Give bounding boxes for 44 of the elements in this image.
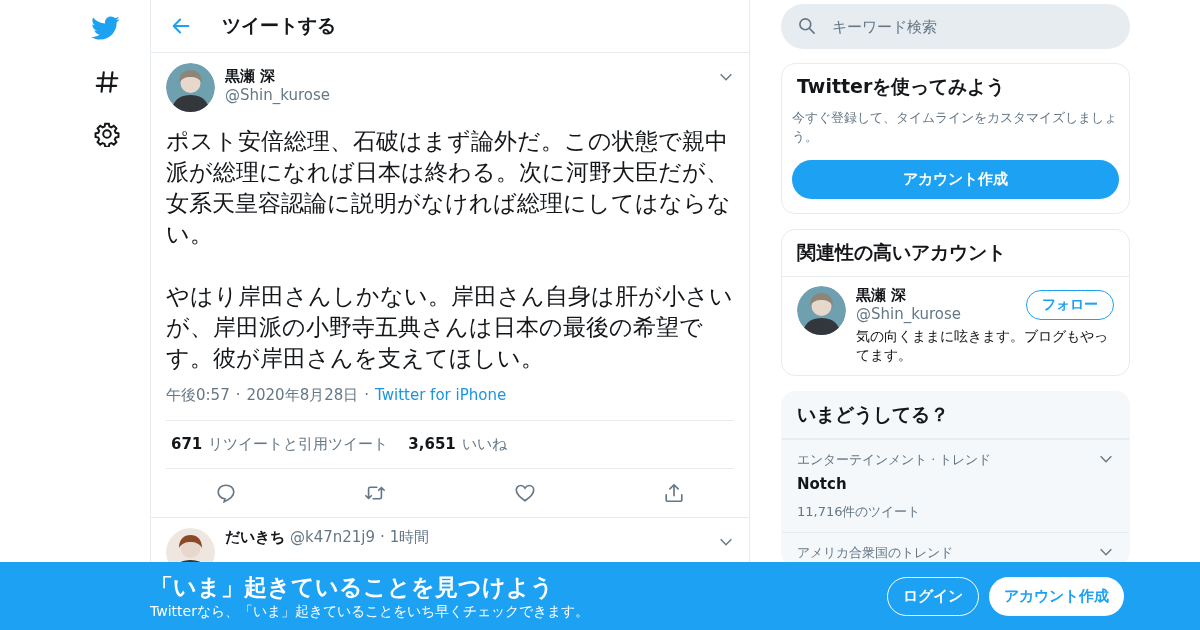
user-handle[interactable]: @Shin_kurose — [856, 305, 1026, 323]
stat-label[interactable]: リツイートと引用ツイート — [208, 435, 389, 454]
timestamp: 2020年8月28日 — [246, 386, 359, 405]
stat-count: 3,651 — [408, 435, 456, 454]
card-title: いまどうしてる？ — [782, 392, 1129, 439]
banner-title: 「いま」起きていることを見つけよう — [150, 572, 555, 602]
timestamp: 午後0:57 — [166, 386, 230, 405]
share-icon[interactable] — [663, 482, 686, 504]
search-field[interactable]: キーワード検索 — [781, 4, 1130, 49]
user-name[interactable]: 黒瀬 深 — [225, 67, 708, 86]
trend-context: エンターテインメント · トレンド — [797, 451, 992, 469]
settings-icon[interactable] — [94, 121, 120, 147]
search-icon — [797, 16, 817, 36]
signup-button[interactable]: アカウント作成 — [792, 160, 1119, 199]
card-title: 関連性の高いアカウント — [782, 230, 1129, 277]
user-name[interactable]: 黒瀬 深 — [856, 286, 1026, 305]
separator-dot: · — [364, 386, 370, 405]
tweet-text: ポスト安倍総理、石破はまず論外だ。この状態で親中派が総理になれば日本は終わる。次に河野大臣だが、女系天皇容認論に説明がなければ総理にしてはならない。 — [166, 127, 732, 249]
separator-dot: · — [380, 528, 385, 546]
signup-button[interactable]: アカウント作成 — [989, 576, 1124, 616]
user-handle[interactable]: @k47n21j9 — [290, 528, 376, 546]
source-link[interactable]: Twitter for iPhone — [375, 386, 507, 405]
avatar — [797, 286, 846, 335]
tweet-count: 11,716件のツイート — [797, 503, 922, 521]
trend-name: Notch — [797, 475, 848, 493]
card-title: Twitterを使ってみよう — [796, 74, 1007, 99]
user-handle[interactable]: @Shin_kurose — [225, 86, 708, 104]
stat-count: 671 — [171, 435, 203, 454]
user-bio: 気の向くままに呟きます。ブログもやってます。 — [856, 327, 1109, 365]
page-title: ツイートする — [222, 13, 336, 38]
trend-item[interactable]: エンターテインメント · トレンド Notch 11,716件のツイート — [782, 439, 1129, 532]
card-text: 今すぐ登録して、タイムラインをカスタマイズしましょう。 — [792, 109, 1118, 146]
reply-icon[interactable] — [214, 482, 237, 504]
separator-dot: · — [235, 386, 241, 405]
banner-text: Twitterなら、「いま」起きていることをいち早くチェックできます。 — [150, 602, 590, 621]
user-name[interactable]: だいきち — [225, 528, 285, 547]
stat-label[interactable]: いいね — [461, 435, 507, 454]
avatar — [166, 63, 215, 112]
timestamp: 1時間 — [389, 528, 430, 547]
trend-context: アメリカ合衆国のトレンド — [797, 544, 953, 562]
heart-icon[interactable] — [513, 482, 536, 504]
tweet-text: やはり岸田さんしかない。岸田さん自身は肝が小さいが、岸田派の小野寺五典さんは日本の最後の希望です。彼が岸田さんを支えてほしい。 — [166, 282, 734, 373]
hashtag-icon[interactable] — [94, 69, 120, 95]
follow-button[interactable]: フォロー — [1026, 290, 1114, 320]
